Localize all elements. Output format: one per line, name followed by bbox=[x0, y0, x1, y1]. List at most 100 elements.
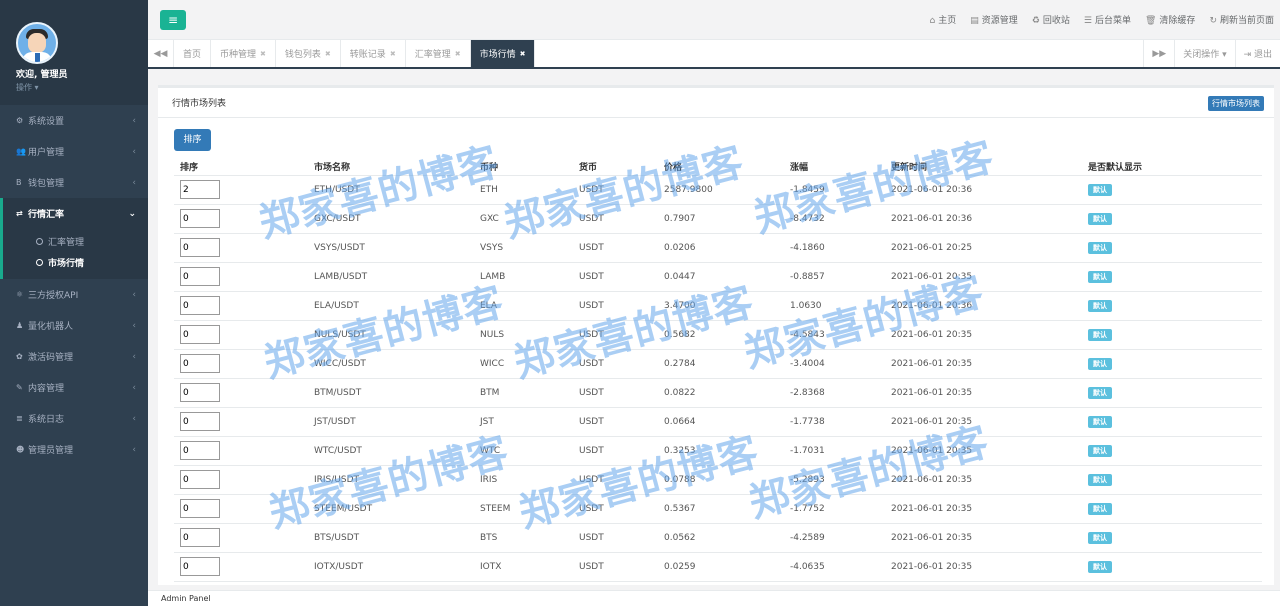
operations-dropdown[interactable]: 操作 ▾ bbox=[16, 82, 148, 93]
close-icon[interactable]: ✖ bbox=[520, 50, 526, 58]
top-link[interactable]: ☰ 后台菜单 bbox=[1084, 13, 1131, 26]
sidebar-item[interactable]: ⚛ 三方授权API ‹ bbox=[0, 279, 148, 310]
default-badge[interactable]: 默认 bbox=[1088, 299, 1112, 312]
sidebar-item[interactable]: ⇄ 行情汇率 ⌄ bbox=[0, 198, 148, 229]
default-badge[interactable]: 默认 bbox=[1088, 212, 1112, 225]
top-link[interactable]: ↻ 刷新当前页面 bbox=[1209, 13, 1274, 26]
default-badge[interactable]: 默认 bbox=[1088, 241, 1112, 254]
default-badge[interactable]: 默认 bbox=[1088, 270, 1112, 283]
default-badge[interactable]: 默认 bbox=[1088, 560, 1112, 573]
sidebar-item[interactable]: B 钱包管理 ‹ bbox=[0, 167, 148, 198]
price-cell: 0.2784 bbox=[658, 349, 784, 379]
change-cell: -0.8857 bbox=[784, 262, 885, 292]
avatar[interactable] bbox=[16, 22, 58, 64]
sidebar-item-label: 激活码管理 bbox=[28, 353, 74, 363]
tab[interactable]: 首页 bbox=[174, 40, 212, 67]
chevron-left-icon: ‹ bbox=[132, 289, 136, 300]
close-operations-dropdown[interactable]: 关闭操作 ▾ bbox=[1174, 40, 1234, 67]
sort-input[interactable] bbox=[180, 325, 220, 344]
submenu-item[interactable]: 市场行情 bbox=[3, 252, 148, 273]
default-badge[interactable]: 默认 bbox=[1088, 183, 1112, 196]
tab-scroll-right-icon[interactable]: ▶▶ bbox=[1143, 40, 1174, 67]
sidebar-item[interactable]: ≣ 系统日志 ‹ bbox=[0, 403, 148, 434]
sort-input[interactable] bbox=[180, 528, 220, 547]
sidebar: 欢迎, 管理员 操作 ▾ ⚙ 系统设置 ‹ 👥 用户管理 ‹ B 钱包管理 ‹ ⇄ 行情汇率 ⌄ 汇率管… bbox=[0, 0, 148, 606]
default-badge[interactable]: 默认 bbox=[1088, 473, 1112, 486]
default-badge[interactable]: 默认 bbox=[1088, 415, 1112, 428]
market-cell: BTS/USDT bbox=[308, 523, 474, 553]
coin-cell: NULS bbox=[474, 320, 573, 350]
sort-button[interactable]: 排序 bbox=[174, 129, 211, 151]
submenu-item[interactable]: 汇率管理 bbox=[3, 231, 148, 252]
default-cell: 默认 bbox=[1082, 378, 1262, 408]
coin-cell: IRIS bbox=[474, 465, 573, 495]
close-icon[interactable]: ✖ bbox=[390, 50, 396, 58]
sort-input[interactable] bbox=[180, 180, 220, 199]
tab[interactable]: 市场行情 ✖ bbox=[470, 40, 536, 67]
sort-cell bbox=[174, 320, 308, 350]
panel-title-badge[interactable]: 行情市场列表 bbox=[1208, 96, 1264, 111]
column-header: 币种 bbox=[474, 158, 573, 176]
tab-label: 币种管理 bbox=[220, 50, 257, 60]
panel-title: 行情市场列表 bbox=[172, 99, 227, 109]
sort-input[interactable] bbox=[180, 296, 220, 315]
default-badge[interactable]: 默认 bbox=[1088, 444, 1112, 457]
sort-input[interactable] bbox=[180, 557, 220, 576]
top-link[interactable]: ▤ 资源管理 bbox=[970, 13, 1018, 26]
welcome-text: 欢迎, 管理员 bbox=[16, 70, 68, 80]
submenu-item-label: 汇率管理 bbox=[48, 238, 85, 248]
currency-cell: USDT bbox=[573, 465, 658, 495]
sidebar-item[interactable]: ♟ 量化机器人 ‹ bbox=[0, 310, 148, 341]
coin-cell: WICC bbox=[474, 349, 573, 379]
table-row: IRIS/USDTIRISUSDT0.0788-5.28932021-06-01… bbox=[174, 465, 1262, 495]
default-cell: 默认 bbox=[1082, 436, 1262, 466]
sidebar-item[interactable]: ✎ 内容管理 ‹ bbox=[0, 372, 148, 403]
close-icon[interactable]: ✖ bbox=[325, 50, 331, 58]
sort-input[interactable] bbox=[180, 412, 220, 431]
logout-button[interactable]: ⇥ 退出 bbox=[1234, 40, 1280, 67]
table-row: BTS/USDTBTSUSDT0.0562-4.25892021-06-01 2… bbox=[174, 523, 1262, 553]
currency-cell: USDT bbox=[573, 523, 658, 553]
menu-toggle-button[interactable]: ≡ bbox=[160, 10, 186, 30]
tab-label: 首页 bbox=[183, 50, 202, 60]
default-badge[interactable]: 默认 bbox=[1088, 531, 1112, 544]
sidebar-item[interactable]: ☻ 管理员管理 ‹ bbox=[0, 434, 148, 465]
close-icon[interactable]: ✖ bbox=[455, 50, 461, 58]
tab-scroll-left-icon[interactable]: ◀◀ bbox=[148, 40, 174, 67]
table-row: BTM/USDTBTMUSDT0.0822-2.83682021-06-01 2… bbox=[174, 378, 1262, 408]
currency-cell: USDT bbox=[573, 233, 658, 263]
sort-cell bbox=[174, 204, 308, 234]
coin-cell: LAMB bbox=[474, 262, 573, 292]
sort-input[interactable] bbox=[180, 441, 220, 460]
default-badge[interactable]: 默认 bbox=[1088, 386, 1112, 399]
tab[interactable]: 汇率管理 ✖ bbox=[406, 40, 471, 67]
panel-header: 行情市场列表 行情市场列表 bbox=[158, 88, 1274, 118]
top-link[interactable]: 🗑 清除缓存 bbox=[1145, 13, 1195, 26]
top-link[interactable]: ⌂ 主页 bbox=[930, 13, 957, 26]
sort-input[interactable] bbox=[180, 383, 220, 402]
tab[interactable]: 转账记录 ✖ bbox=[341, 40, 406, 67]
time-cell: 2021-06-01 20:36 bbox=[885, 291, 1082, 321]
sidebar-item[interactable]: ⚙ 系统设置 ‹ bbox=[0, 105, 148, 136]
default-badge[interactable]: 默认 bbox=[1088, 357, 1112, 370]
sidebar-item[interactable]: 👥 用户管理 ‹ bbox=[0, 136, 148, 167]
sort-input[interactable] bbox=[180, 354, 220, 373]
sort-input[interactable] bbox=[180, 499, 220, 518]
default-badge[interactable]: 默认 bbox=[1088, 502, 1112, 515]
chevron-left-icon: ‹ bbox=[132, 177, 136, 188]
time-cell: 2021-06-01 20:35 bbox=[885, 262, 1082, 292]
tab[interactable]: 币种管理 ✖ bbox=[211, 40, 276, 67]
top-link[interactable]: ♻ 回收站 bbox=[1032, 13, 1070, 26]
sidebar-item-label: 量化机器人 bbox=[28, 322, 74, 332]
sort-input[interactable] bbox=[180, 209, 220, 228]
sort-input[interactable] bbox=[180, 470, 220, 489]
sort-input[interactable] bbox=[180, 238, 220, 257]
default-cell: 默认 bbox=[1082, 349, 1262, 379]
sort-input[interactable] bbox=[180, 267, 220, 286]
close-icon[interactable]: ✖ bbox=[260, 50, 266, 58]
tab[interactable]: 钱包列表 ✖ bbox=[276, 40, 341, 67]
sidebar-item[interactable]: ✿ 激活码管理 ‹ bbox=[0, 341, 148, 372]
default-badge[interactable]: 默认 bbox=[1088, 328, 1112, 341]
tab-label: 市场行情 bbox=[479, 50, 516, 60]
change-cell: -1.8459 bbox=[784, 175, 885, 205]
